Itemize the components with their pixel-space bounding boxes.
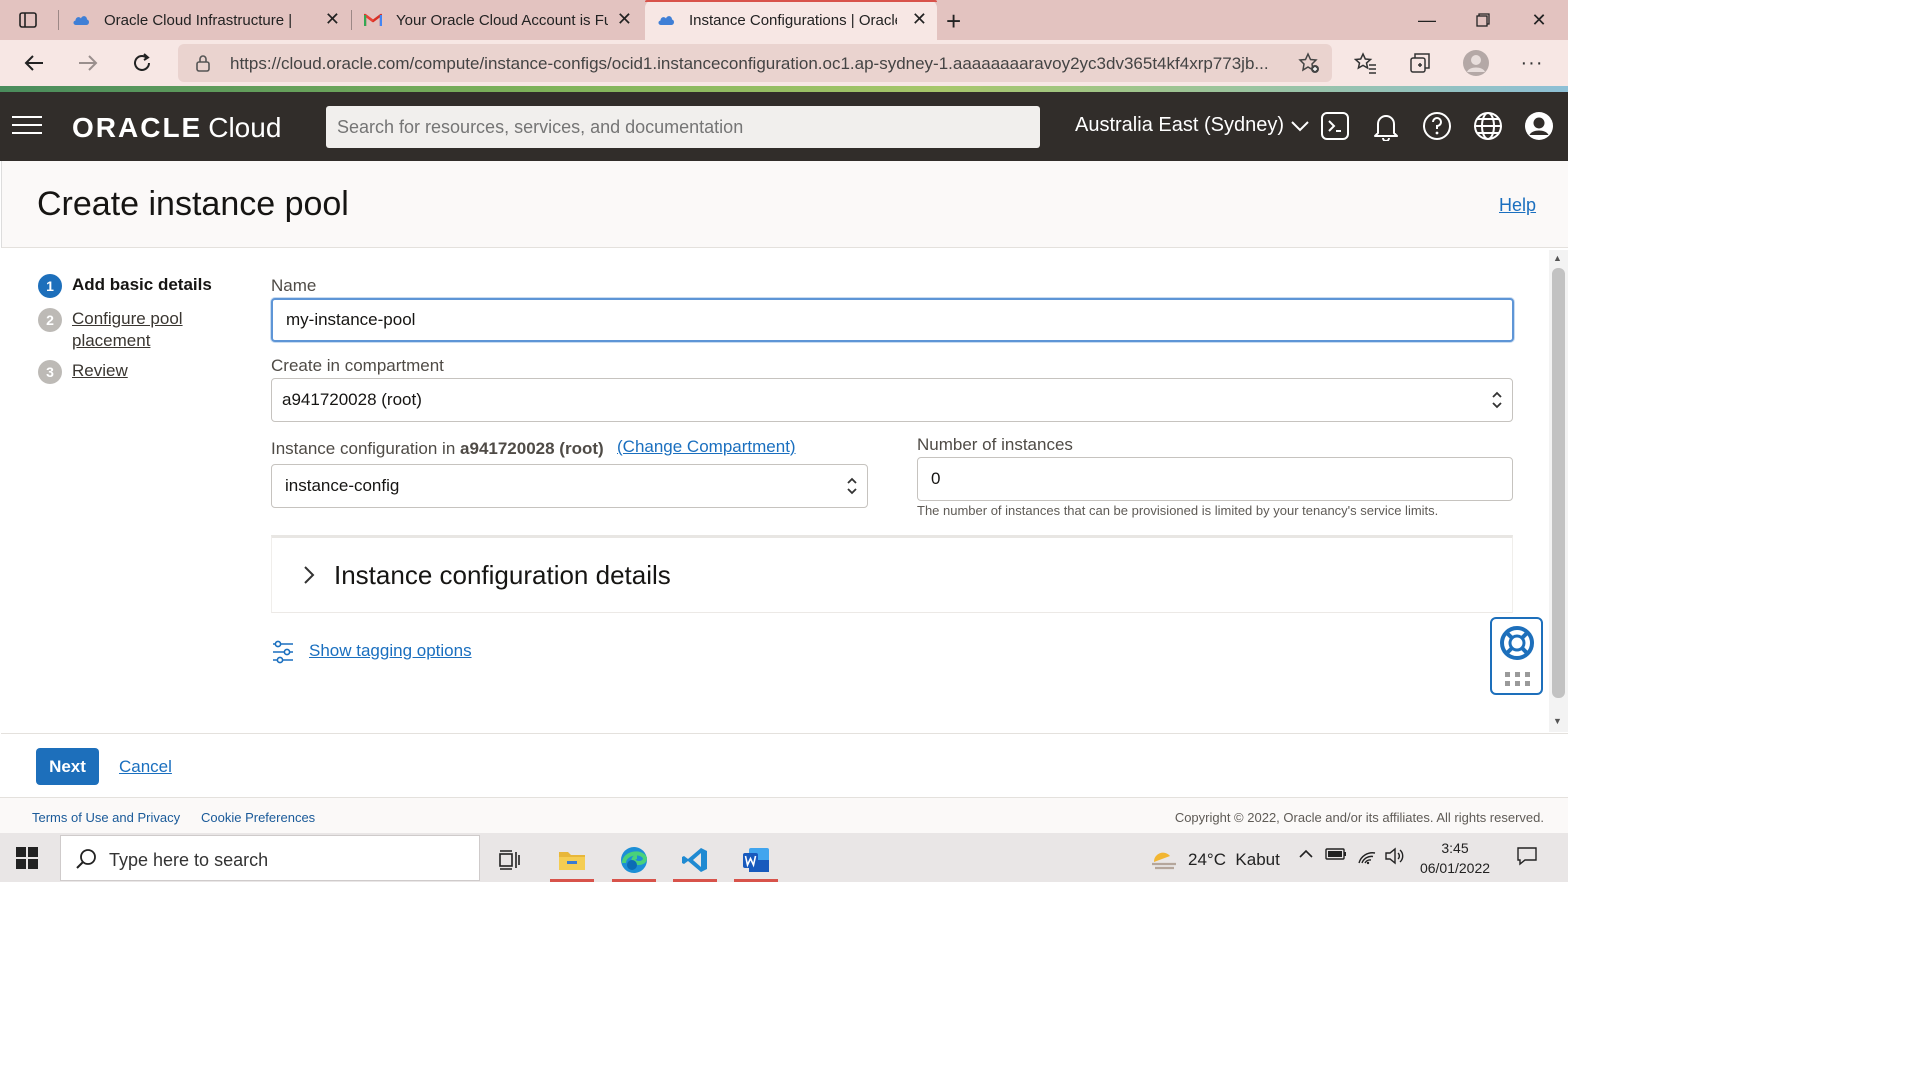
- change-compartment-link[interactable]: (Change Compartment): [617, 437, 796, 457]
- scrollbar-thumb[interactable]: [1552, 268, 1565, 698]
- close-tab-icon[interactable]: ✕: [912, 9, 927, 30]
- browser-tab[interactable]: Oracle Cloud Infrastructure | Sign In ✕: [60, 0, 350, 40]
- chevron-down-icon: [1291, 120, 1309, 131]
- show-tagging-options-link[interactable]: Show tagging options: [309, 641, 472, 661]
- cloud-icon: [72, 11, 90, 29]
- action-bar: Next Cancel: [1, 733, 1568, 797]
- wifi-icon[interactable]: [1357, 847, 1377, 870]
- close-tab-icon[interactable]: ✕: [325, 9, 340, 30]
- chevron-up-icon[interactable]: [1298, 847, 1314, 865]
- step-add-basic-details[interactable]: 1 Add basic details: [38, 274, 212, 298]
- back-icon[interactable]: [18, 48, 50, 78]
- favorite-add-icon[interactable]: [1298, 52, 1320, 79]
- gmail-icon: [364, 11, 382, 29]
- oracle-cloud-logo[interactable]: ORACLE Cloud: [72, 112, 281, 144]
- scroll-down-arrow-icon[interactable]: ▼: [1553, 716, 1562, 726]
- url-text: https://cloud.oracle.com/compute/instanc…: [230, 54, 1269, 73]
- windows-taskbar: Type here to search 24°C Kabut 3:45 06/0…: [0, 833, 1568, 882]
- scroll-up-arrow-icon[interactable]: ▲: [1553, 253, 1562, 263]
- name-field[interactable]: my-instance-pool: [271, 298, 1514, 342]
- address-bar[interactable]: https://cloud.oracle.com/compute/instanc…: [178, 44, 1332, 82]
- step-number: 2: [38, 308, 62, 332]
- num-instances-hint: The number of instances that can be prov…: [917, 503, 1439, 518]
- copyright-text: Copyright © 2022, Oracle and/or its affi…: [1174, 810, 1544, 825]
- grid-dots-icon: [1504, 671, 1532, 692]
- favorites-icon[interactable]: [1350, 48, 1382, 78]
- instance-config-details-section[interactable]: Instance configuration details: [271, 535, 1513, 613]
- name-label: Name: [271, 276, 317, 295]
- weather-widget[interactable]: 24°C Kabut: [1150, 848, 1280, 872]
- word-icon[interactable]: [732, 837, 780, 882]
- terms-link[interactable]: Terms of Use and Privacy: [32, 810, 180, 825]
- lifebuoy-icon: [1499, 625, 1535, 666]
- collections-icon[interactable]: [1404, 48, 1436, 78]
- step-number: 3: [38, 360, 62, 384]
- compartment-select[interactable]: a941720028 (root): [271, 378, 1513, 422]
- user-profile-icon[interactable]: [1523, 110, 1555, 142]
- notifications-icon[interactable]: [1516, 846, 1538, 871]
- help-link[interactable]: Help: [1499, 195, 1536, 216]
- scrollbar[interactable]: ▲ ▼: [1549, 250, 1568, 732]
- step-number: 1: [38, 274, 62, 298]
- page-title: Create instance pool: [37, 185, 349, 223]
- instance-config-label: Instance configuration in a941720028 (ro…: [271, 439, 604, 458]
- browser-tab[interactable]: Your Oracle Cloud Account is Fully Provi…: [352, 0, 642, 40]
- file-explorer-icon[interactable]: [548, 837, 596, 882]
- windows-start-icon[interactable]: [16, 847, 38, 869]
- step-label: Add basic details: [72, 275, 212, 294]
- menu-icon[interactable]: [12, 116, 42, 136]
- minimize-icon[interactable]: —: [1404, 0, 1450, 40]
- browser-tab-active[interactable]: Instance Configurations | Oracle Cloud ✕: [645, 0, 937, 40]
- region-selector[interactable]: Australia East (Sydney): [1075, 114, 1310, 137]
- page-header: Create instance pool Help: [1, 161, 1568, 248]
- cookie-preferences-link[interactable]: Cookie Preferences: [201, 810, 315, 825]
- help-icon[interactable]: [1421, 110, 1453, 142]
- volume-icon[interactable]: [1384, 847, 1404, 870]
- tagging-icon[interactable]: [272, 640, 294, 669]
- oci-header: ORACLECloud Australia East (Sydney): [0, 92, 1568, 161]
- edge-browser-icon[interactable]: [610, 837, 658, 882]
- bell-icon[interactable]: [1370, 110, 1402, 142]
- battery-icon[interactable]: [1325, 847, 1347, 866]
- close-tab-icon[interactable]: ✕: [617, 9, 632, 30]
- globe-icon[interactable]: [1472, 110, 1504, 142]
- page-footer: Terms of Use and Privacy Cookie Preferen…: [0, 797, 1568, 833]
- compartment-label: Create in compartment: [271, 356, 444, 375]
- task-view-icon[interactable]: [486, 837, 534, 882]
- refresh-icon[interactable]: [126, 48, 158, 78]
- section-title: Instance configuration details: [334, 560, 671, 590]
- select-arrows-icon: [1490, 388, 1504, 412]
- step-label: Review: [72, 361, 128, 380]
- select-arrows-icon: [845, 474, 859, 498]
- browser-toolbar: https://cloud.oracle.com/compute/instanc…: [0, 40, 1568, 86]
- num-instances-field[interactable]: 0: [917, 457, 1513, 501]
- profile-avatar[interactable]: [1460, 48, 1492, 78]
- cloud-shell-icon[interactable]: [1319, 110, 1351, 142]
- forward-icon[interactable]: [72, 48, 104, 78]
- tab-actions-icon[interactable]: [18, 10, 38, 30]
- help-widget[interactable]: [1490, 617, 1543, 695]
- num-instances-label: Number of instances: [917, 435, 1073, 454]
- chevron-right-icon[interactable]: [302, 564, 316, 591]
- new-tab-icon[interactable]: +: [946, 6, 961, 37]
- close-window-icon[interactable]: ✕: [1516, 0, 1562, 40]
- more-icon[interactable]: ···: [1516, 48, 1548, 78]
- browser-tab-bar: Oracle Cloud Infrastructure | Sign In ✕ …: [0, 0, 1568, 40]
- restore-icon[interactable]: [1460, 0, 1506, 40]
- lock-icon[interactable]: [195, 54, 211, 77]
- search-icon: [75, 848, 97, 875]
- instance-config-select[interactable]: instance-config: [271, 464, 868, 508]
- search-input[interactable]: [326, 106, 1040, 148]
- cloud-icon: [657, 11, 675, 29]
- weather-icon: [1152, 852, 1176, 870]
- next-button[interactable]: Next: [36, 748, 99, 785]
- taskbar-search-box[interactable]: Type here to search: [60, 835, 480, 881]
- step-configure-pool-placement[interactable]: 2 Configure pool placement: [38, 308, 202, 352]
- step-label: Configure pool placement: [72, 309, 183, 350]
- step-review[interactable]: 3 Review: [38, 360, 128, 384]
- vscode-icon[interactable]: [671, 837, 719, 882]
- taskbar-clock[interactable]: 3:45 06/01/2022: [1410, 838, 1500, 878]
- cancel-link[interactable]: Cancel: [119, 757, 172, 777]
